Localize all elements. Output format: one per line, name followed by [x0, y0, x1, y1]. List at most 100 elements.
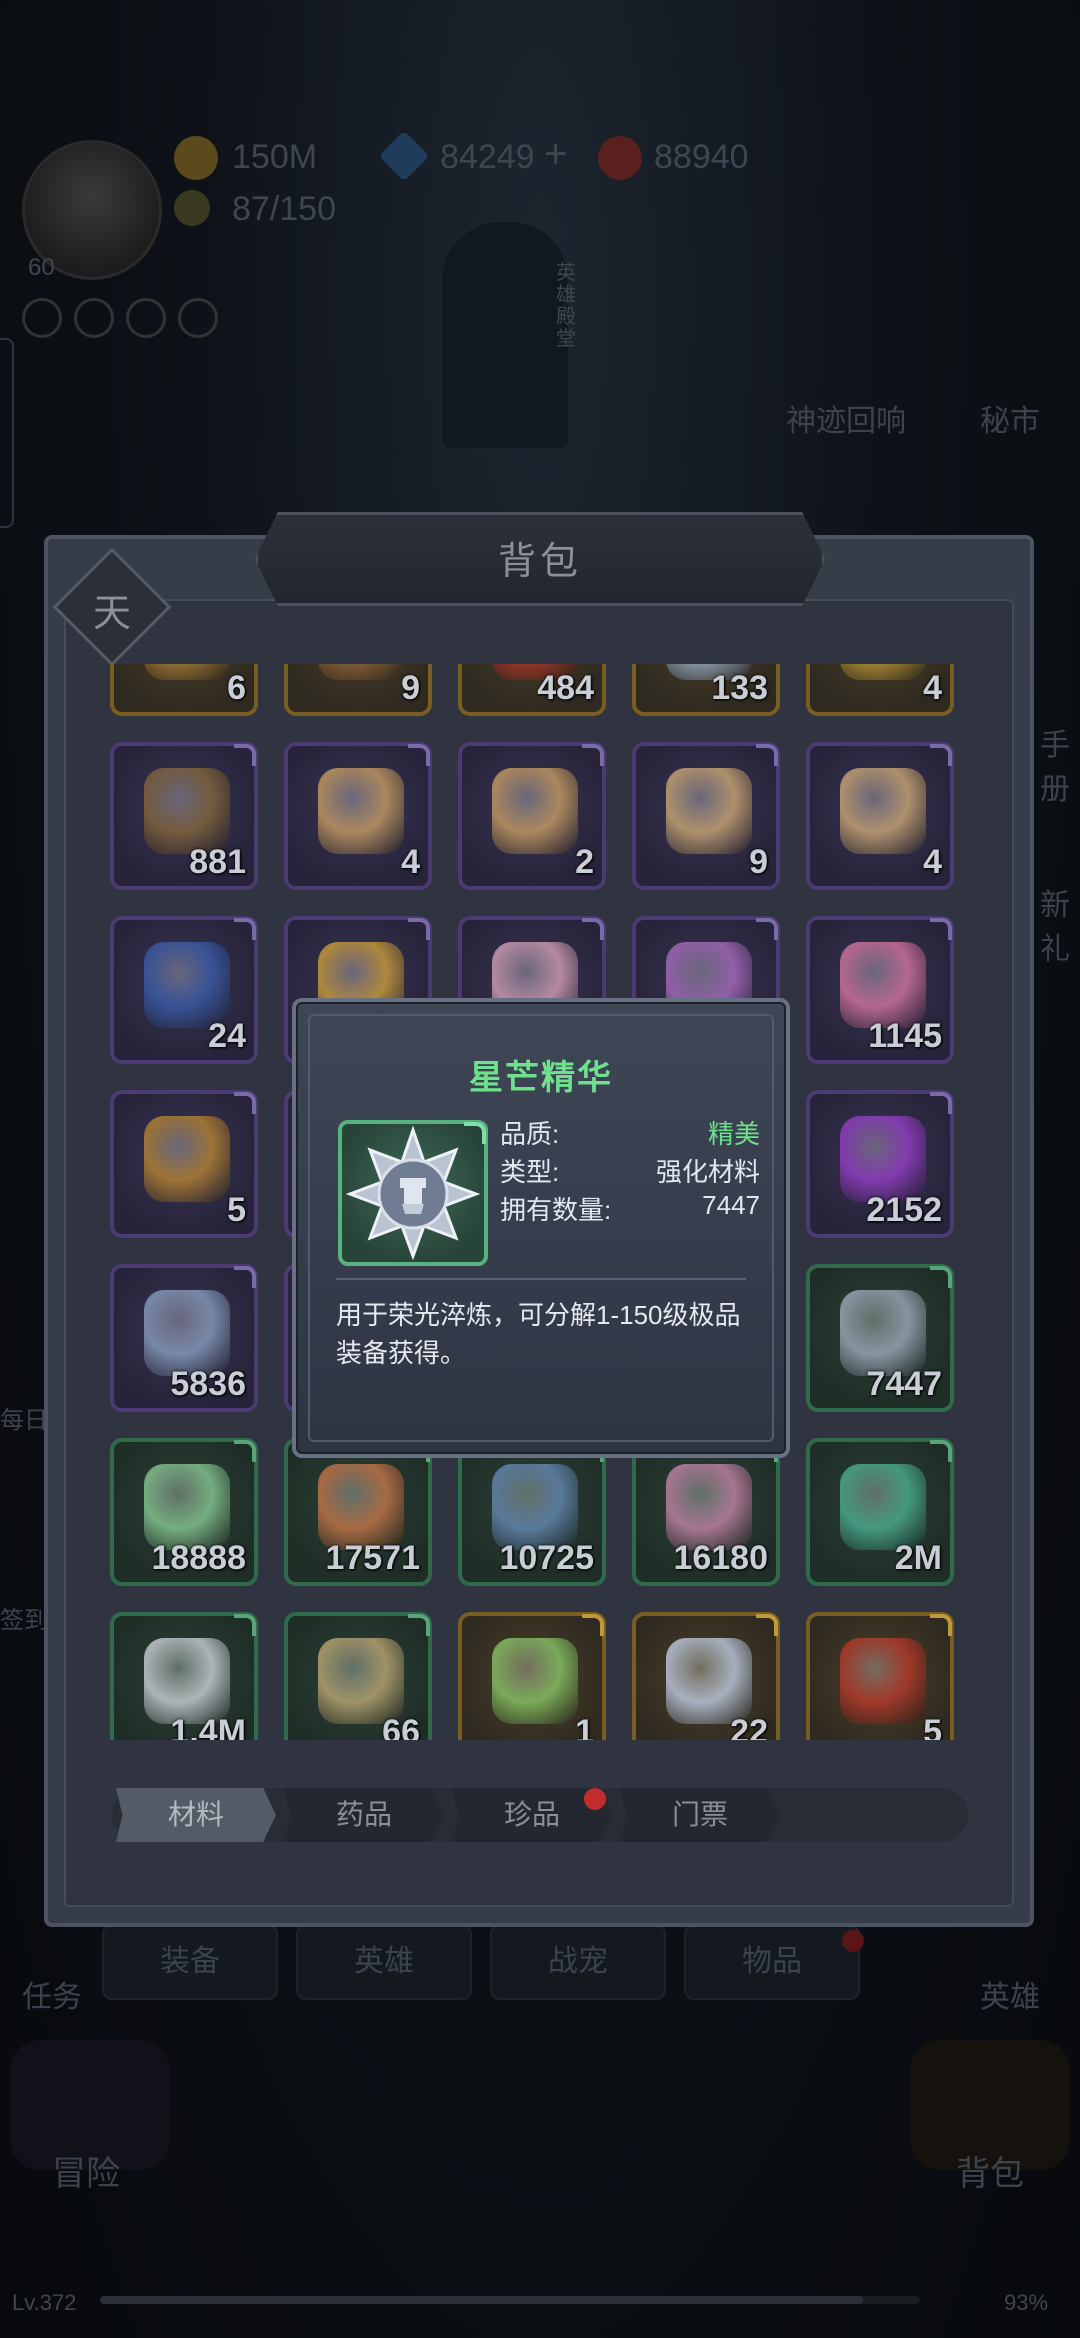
item-count: 2152 — [866, 1191, 942, 1229]
item-count: 6 — [227, 669, 246, 707]
item-icon — [492, 768, 578, 854]
tab-tickets[interactable]: 门票 — [620, 1788, 780, 1842]
item-icon — [144, 1464, 230, 1550]
owned-value: 7447 — [702, 1190, 760, 1220]
tab-materials[interactable]: 材料 — [116, 1788, 276, 1842]
inventory-slot[interactable]: 4 — [806, 664, 954, 716]
inventory-slot[interactable]: 4 — [284, 742, 432, 890]
equipment-tab[interactable]: 装备 — [102, 1924, 278, 2000]
ruby-icon — [598, 136, 642, 180]
inventory-slot[interactable]: 7447 — [806, 1264, 954, 1412]
gold-coin-icon — [174, 136, 218, 180]
item-count: 4 — [923, 843, 942, 881]
inventory-slot[interactable]: 17571 — [284, 1438, 432, 1586]
item-count: 22 — [730, 1713, 768, 1740]
item-count: 9 — [401, 669, 420, 707]
daily-button[interactable]: 每日 — [0, 1400, 48, 1435]
item-icon — [840, 768, 926, 854]
items-tab[interactable]: 物品 — [684, 1924, 860, 2000]
inventory-slot[interactable]: 484 — [458, 664, 606, 716]
buff-icon[interactable] — [126, 298, 166, 338]
inventory-slot[interactable]: 1.4M — [110, 1612, 258, 1740]
secret-market-button[interactable]: 秘市 — [980, 396, 1040, 440]
quality-corner — [408, 1614, 430, 1636]
signin-button[interactable]: 签到 — [0, 1600, 48, 1635]
add-diamond-icon[interactable]: + — [544, 132, 567, 177]
item-icon — [666, 768, 752, 854]
quality-corner — [408, 744, 430, 766]
inventory-slot[interactable]: 1 — [458, 1612, 606, 1740]
rank-badge-label: 天 — [92, 593, 131, 635]
item-icon — [318, 1464, 404, 1550]
inventory-slot[interactable]: 24 — [110, 916, 258, 1064]
inventory-slot[interactable]: 22 — [632, 1612, 780, 1740]
inventory-slot[interactable]: 9 — [632, 742, 780, 890]
item-count: 5 — [923, 1713, 942, 1740]
quality-corner — [930, 744, 952, 766]
star-essence-icon — [345, 1125, 481, 1261]
task-button[interactable]: 任务 — [22, 1972, 82, 2016]
hall-portal[interactable] — [440, 220, 570, 450]
inventory-slot[interactable]: 10725 — [458, 1438, 606, 1586]
inventory-slot[interactable]: 4 — [806, 742, 954, 890]
inventory-slot[interactable]: 881 — [110, 742, 258, 890]
inventory-slot[interactable]: 18888 — [110, 1438, 258, 1586]
side-drawer-handle[interactable] — [0, 338, 14, 528]
inventory-slot[interactable]: 5 — [806, 1612, 954, 1740]
quality-corner — [234, 1614, 256, 1636]
player-level: 60 — [28, 254, 55, 281]
quality-corner — [930, 1440, 952, 1462]
item-icon — [144, 1638, 230, 1724]
manual-button[interactable]: 手册 — [1040, 720, 1080, 808]
quality-corner — [756, 1614, 778, 1636]
item-count: 484 — [537, 669, 594, 707]
owned-label: 拥有数量: — [500, 1195, 612, 1225]
inventory-slot[interactable]: 133 — [632, 664, 780, 716]
inventory-slot[interactable]: 1145 — [806, 916, 954, 1064]
tab-potions[interactable]: 药品 — [284, 1788, 444, 1842]
treasures-notification-dot — [584, 1788, 606, 1810]
item-icon — [318, 768, 404, 854]
inventory-slot[interactable]: 6 — [110, 664, 258, 716]
energy-amount: 87/150 — [232, 190, 336, 228]
energy-icon — [174, 190, 210, 226]
inventory-slot[interactable]: 2152 — [806, 1090, 954, 1238]
item-icon — [840, 664, 926, 680]
item-icon — [840, 942, 926, 1028]
item-count: 9 — [749, 843, 768, 881]
type-row: 类型: 强化材料 — [500, 1152, 760, 1189]
item-icon — [840, 1638, 926, 1724]
inventory-slot[interactable]: 2M — [806, 1438, 954, 1586]
quality-label: 品质: — [500, 1119, 560, 1149]
backpack-title: 背包 — [497, 541, 582, 583]
item-icon — [840, 1116, 926, 1202]
gift-button[interactable]: 新礼 — [1040, 880, 1080, 968]
item-icon — [840, 1290, 926, 1376]
exp-progress-fill — [100, 2296, 863, 2304]
item-icon — [318, 1638, 404, 1724]
divine-echo-button[interactable]: 神迹回响 — [786, 396, 906, 440]
buff-icon[interactable] — [178, 298, 218, 338]
ruby-amount: 88940 — [654, 138, 749, 176]
item-count: 24 — [208, 1017, 246, 1055]
hero-tab[interactable]: 英雄 — [296, 1924, 472, 2000]
backpack-button[interactable]: 背包 — [956, 2146, 1024, 2195]
item-count: 4 — [923, 669, 942, 707]
quality-corner — [234, 918, 256, 940]
item-count: 17571 — [325, 1539, 420, 1577]
inventory-slot[interactable]: 16180 — [632, 1438, 780, 1586]
inventory-slot[interactable]: 2 — [458, 742, 606, 890]
buff-icon[interactable] — [74, 298, 114, 338]
inventory-slot[interactable]: 5 — [110, 1090, 258, 1238]
quality-corner — [234, 1266, 256, 1288]
inventory-slot[interactable]: 9 — [284, 664, 432, 716]
adventure-button[interactable]: 冒险 — [52, 2146, 120, 2195]
buff-icon[interactable] — [22, 298, 62, 338]
item-count: 1.4M — [170, 1713, 246, 1740]
inventory-slot[interactable]: 66 — [284, 1612, 432, 1740]
inventory-slot[interactable]: 5836 — [110, 1264, 258, 1412]
hero-side-button[interactable]: 英雄 — [980, 1972, 1040, 2016]
exp-progress-bar — [100, 2296, 920, 2304]
item-icon — [492, 1638, 578, 1724]
pet-tab[interactable]: 战宠 — [490, 1924, 666, 2000]
